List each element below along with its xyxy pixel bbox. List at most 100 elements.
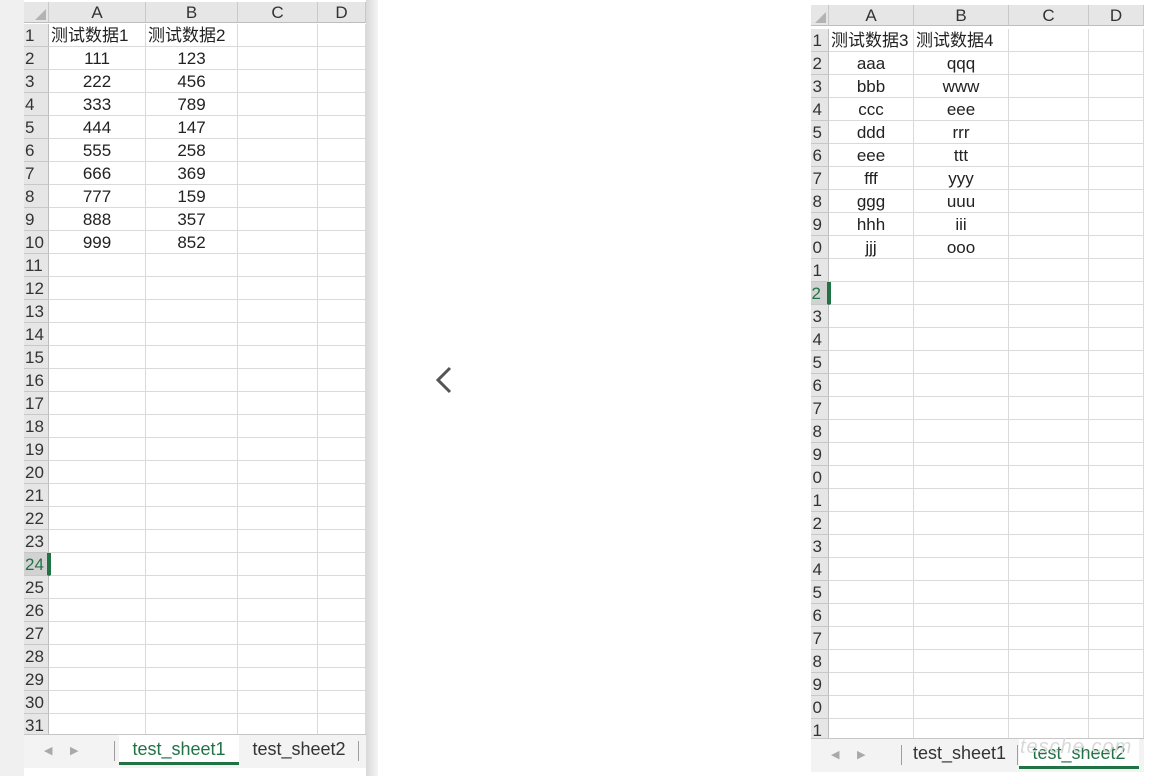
cell[interactable]	[49, 691, 146, 714]
cell[interactable]	[1089, 443, 1144, 466]
cell[interactable]	[238, 346, 318, 369]
row-header[interactable]: 25	[24, 576, 49, 599]
cell[interactable]	[1009, 167, 1089, 190]
cell[interactable]	[914, 696, 1009, 719]
cell[interactable]: 666	[49, 162, 146, 185]
cell[interactable]	[1089, 305, 1144, 328]
cell[interactable]	[914, 259, 1009, 282]
cell[interactable]	[829, 489, 914, 512]
cell[interactable]	[146, 507, 238, 530]
cell[interactable]	[1089, 466, 1144, 489]
cell[interactable]	[238, 415, 318, 438]
cell[interactable]	[238, 139, 318, 162]
cell[interactable]	[318, 139, 366, 162]
cell[interactable]: ggg	[829, 190, 914, 213]
row-header[interactable]: 2	[811, 512, 829, 535]
cell[interactable]	[146, 461, 238, 484]
cell[interactable]: aaa	[829, 52, 914, 75]
column-header-b[interactable]: B	[146, 2, 238, 23]
cell[interactable]	[238, 392, 318, 415]
cell[interactable]	[238, 185, 318, 208]
cell[interactable]	[829, 604, 914, 627]
cell[interactable]	[318, 576, 366, 599]
row-header[interactable]: 2	[811, 52, 829, 75]
cell[interactable]	[1089, 604, 1144, 627]
cell[interactable]: 222	[49, 70, 146, 93]
cell[interactable]	[238, 553, 318, 576]
row-header[interactable]: 11	[24, 254, 49, 277]
cell[interactable]	[238, 645, 318, 668]
cell[interactable]	[829, 351, 914, 374]
cell[interactable]	[1089, 673, 1144, 696]
cell[interactable]	[146, 622, 238, 645]
cell[interactable]	[829, 374, 914, 397]
cell[interactable]	[914, 466, 1009, 489]
cell[interactable]	[318, 415, 366, 438]
cell[interactable]	[49, 254, 146, 277]
cell[interactable]	[1009, 351, 1089, 374]
cell[interactable]	[146, 254, 238, 277]
row-header[interactable]: 5	[811, 121, 829, 144]
row-header[interactable]: 4	[811, 558, 829, 581]
cell[interactable]	[318, 70, 366, 93]
row-header[interactable]: 0	[811, 466, 829, 489]
cell[interactable]	[146, 277, 238, 300]
cell[interactable]	[238, 599, 318, 622]
cell[interactable]	[49, 392, 146, 415]
cell[interactable]	[318, 553, 366, 576]
cell[interactable]	[318, 369, 366, 392]
row-header[interactable]: 7	[24, 162, 49, 185]
cell[interactable]	[318, 24, 366, 47]
cell[interactable]	[238, 116, 318, 139]
cell[interactable]	[914, 558, 1009, 581]
row-header[interactable]: 8	[24, 185, 49, 208]
cell[interactable]: 444	[49, 116, 146, 139]
cell[interactable]	[914, 351, 1009, 374]
cell[interactable]: 888	[49, 208, 146, 231]
cell[interactable]	[1009, 443, 1089, 466]
cell[interactable]: 测试数据3	[829, 29, 914, 52]
cell[interactable]	[1009, 144, 1089, 167]
cell[interactable]	[829, 443, 914, 466]
cell[interactable]	[1089, 213, 1144, 236]
cell[interactable]	[1009, 466, 1089, 489]
sheet-tab-test-sheet1[interactable]: test_sheet1	[906, 739, 1013, 769]
cell[interactable]	[1089, 282, 1144, 305]
cell[interactable]	[49, 645, 146, 668]
cell[interactable]	[49, 576, 146, 599]
cell[interactable]	[238, 300, 318, 323]
row-header[interactable]: 6	[811, 144, 829, 167]
column-header-c[interactable]: C	[1009, 5, 1089, 26]
cell[interactable]	[1089, 512, 1144, 535]
cell[interactable]	[1009, 282, 1089, 305]
cell[interactable]	[318, 530, 366, 553]
cell[interactable]	[146, 323, 238, 346]
row-header[interactable]: 10	[24, 231, 49, 254]
cell[interactable]	[1089, 420, 1144, 443]
cell[interactable]	[146, 668, 238, 691]
cell[interactable]	[829, 282, 914, 305]
cell[interactable]	[318, 185, 366, 208]
row-header[interactable]: 9	[24, 208, 49, 231]
cell[interactable]	[49, 599, 146, 622]
cell[interactable]	[318, 162, 366, 185]
cell[interactable]	[914, 305, 1009, 328]
cell[interactable]	[318, 323, 366, 346]
cell[interactable]	[238, 277, 318, 300]
cell[interactable]	[146, 645, 238, 668]
cell[interactable]: 852	[146, 231, 238, 254]
cell[interactable]	[1089, 650, 1144, 673]
column-header-c[interactable]: C	[238, 2, 318, 23]
cell[interactable]	[829, 512, 914, 535]
row-header[interactable]: 6	[811, 604, 829, 627]
cell[interactable]	[146, 691, 238, 714]
row-header[interactable]: 7	[811, 397, 829, 420]
cell[interactable]	[238, 668, 318, 691]
cell[interactable]	[238, 369, 318, 392]
column-header-d[interactable]: D	[318, 2, 366, 23]
cell[interactable]: ttt	[914, 144, 1009, 167]
cell[interactable]	[318, 346, 366, 369]
row-header[interactable]: 28	[24, 645, 49, 668]
cell[interactable]	[146, 553, 238, 576]
cell[interactable]	[829, 627, 914, 650]
